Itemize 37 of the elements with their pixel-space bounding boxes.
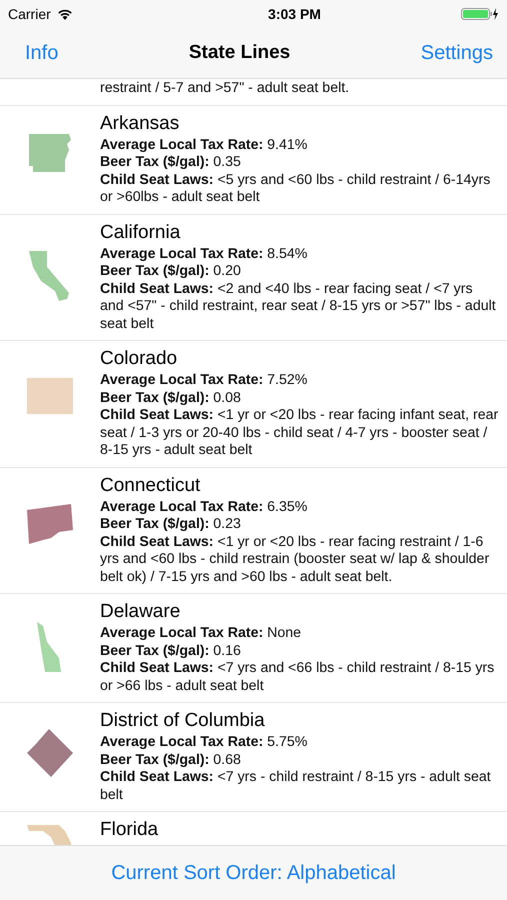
- state-row[interactable]: Delaware Average Local Tax Rate: None Beer Tax ($/gal): 0.16 Child Seat Laws: <7 yrs and <66 lbs - child restraint / 8-15 yrs or >66 lbs - adult seat belt: [0, 594, 507, 703]
- settings-link[interactable]: Settings: [420, 42, 493, 64]
- state-name: Arkansas: [100, 112, 180, 136]
- battery-icon: [460, 7, 499, 21]
- wifi-icon: [56, 8, 73, 20]
- state-info-text: Child Seat Laws: <7 yrs and <66 lbs - child restraint / 8-15 yrs or >66 lbs - adult seat belt: [100, 660, 496, 695]
- state-info-text: Average Local Tax Rate: 9.41%: [100, 136, 308, 154]
- state-info-text: Beer Tax ($/gal): 0.16: [100, 642, 242, 660]
- state-name: Florida: [100, 818, 160, 842]
- state-info-text: Average Local Tax Rate: 6.35%: [100, 498, 308, 516]
- info-link[interactable]: Info: [25, 42, 58, 64]
- seat-law-text: restraint / 5-7 and >57" - adult seat belt.: [100, 80, 350, 98]
- state-info-text: Beer Tax ($/gal): 0.35: [100, 154, 242, 172]
- state-name: Colorado: [100, 347, 178, 371]
- state-info-text: Child Seat Laws: <1 yr or <20 lbs - rear facing infant seat, rear seat / 1-3 yrs or 20-40 lbs - child seat / 4-7 yrs - booster seat / 8-15 yrs - adult seat belt: [100, 407, 499, 460]
- state-info-text: Child Seat Laws: <7 yrs - child restraint / 8-15 yrs - adult seat belt: [100, 769, 492, 804]
- state-info-text: Beer Tax ($/gal): 0.23: [100, 516, 242, 534]
- state-info-text: Beer Tax ($/gal): 0.08: [100, 390, 242, 407]
- state-info-text: Child Seat Laws: <2 and <40 lbs - rear facing seat / <7 yrs and <57" - child restraint, rear seat / 8-15 yrs or >57" lbs - adult seat belt: [100, 280, 497, 333]
- sort-order-button[interactable]: Current Sort Order: Alphabetical: [111, 862, 396, 884]
- state-info-text: Average Local Tax Rate: 5.75%: [100, 734, 308, 752]
- state-name: District of Columbia: [100, 709, 266, 733]
- state-info-text: Average Local Tax Rate: 7.52%: [100, 372, 308, 390]
- state-info-text: Average Local Tax Rate: None: [100, 625, 302, 642]
- state-row[interactable]: Arkansas Average Local Tax Rate: 9.41% Beer Tax ($/gal): 0.35 Child Seat Laws: <5 yrs and <60 lbs - child restraint / 6-14yrs or >60lbs - adult seat belt: [0, 106, 507, 214]
- carrier-label: Carrier: [8, 6, 51, 22]
- state-name: Connecticut: [100, 474, 202, 498]
- nav-title: State Lines: [188, 42, 290, 64]
- state-row[interactable]: District of Columbia Average Local Tax Rate: 5.75% Beer Tax ($/gal): 0.68 Child Seat Laws: <7 yrs - child restraint / 8-15 yrs - adult seat belt: [0, 703, 507, 812]
- state-name: Delaware: [100, 600, 182, 624]
- clock-time: 3:03 PM: [268, 6, 321, 22]
- state-info-text: Average Local Tax Rate: 8.54%: [100, 246, 308, 263]
- state-info-text: Beer Tax ($/gal): 0.68: [100, 752, 242, 769]
- state-info-text: Child Seat Laws: <1 yr or <20 lbs - rear facing restraint / 1-6 yrs and <60 lbs - child restrain (booster seat w/ lap & shoulder belt ok) / 7-15 yrs and >60 lbs - adult seat belt.: [100, 534, 490, 586]
- state-name: California: [100, 220, 182, 244]
- state-info-text: Child Seat Laws: <5 yrs and <60 lbs - child restraint / 6-14yrs or >60lbs - adult seat belt: [100, 172, 492, 206]
- state-info-text: Beer Tax ($/gal): 0.20: [100, 263, 242, 280]
